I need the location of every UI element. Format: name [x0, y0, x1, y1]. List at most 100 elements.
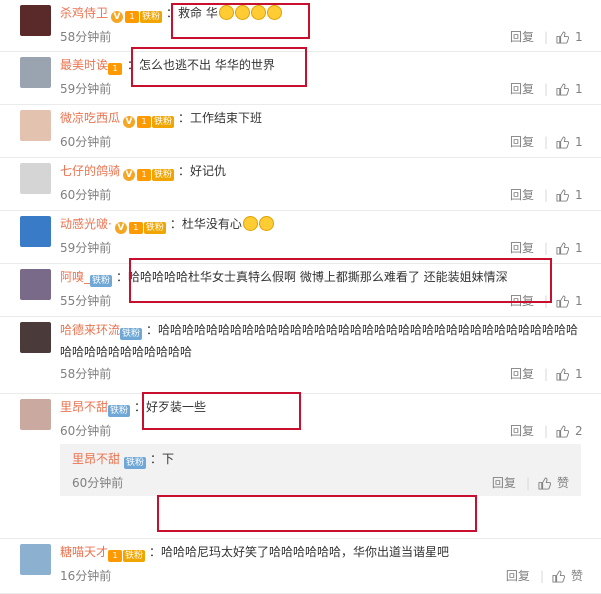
username-link[interactable]: 七仔的鸽骑	[60, 164, 120, 178]
comment-meta: 16分钟前 回复 | 赞	[60, 567, 601, 585]
username-link[interactable]: 动感光啵·	[60, 217, 112, 231]
verified-v-icon: V	[123, 116, 136, 128]
level-badge: 1	[137, 169, 152, 181]
like-count[interactable]: 1	[575, 239, 583, 257]
username-link[interactable]: 微凉吃西瓜	[60, 111, 120, 125]
divider: |	[543, 188, 548, 202]
timestamp: 60分钟前	[60, 135, 112, 149]
colon-separator: ：	[146, 323, 159, 337]
fan-badge[interactable]: 铁粉	[152, 116, 175, 128]
divider: |	[543, 30, 548, 44]
thumbs-up-icon[interactable]	[538, 476, 551, 490]
colon-separator: ：	[178, 111, 191, 125]
comment-text: 好歹装一些	[146, 400, 207, 414]
divider: |	[543, 424, 548, 438]
colon-separator: ：	[178, 164, 191, 178]
like-count[interactable]: 2	[575, 422, 583, 440]
sub-reply-body: 里昂不甜 铁粉 ：下	[72, 446, 569, 471]
comment-meta: 60分钟前 回复 | 赞	[72, 474, 569, 492]
avatar[interactable]	[20, 399, 51, 430]
like-count[interactable]: 1	[575, 28, 583, 46]
fan-badge[interactable]: 铁粉	[140, 11, 163, 23]
username-link[interactable]: 糖喵天才	[60, 545, 108, 559]
reply-button[interactable]: 回复	[510, 186, 534, 204]
comment-text: 好记仇	[190, 164, 227, 178]
avatar[interactable]	[20, 57, 51, 88]
comment-meta: 59分钟前 回复 | 1	[60, 80, 601, 98]
comment-body: 哈德来环流 铁粉 ：哈哈哈哈哈哈哈哈哈哈哈哈哈哈哈哈哈哈哈哈哈哈哈哈哈哈哈哈哈哈哈哈…	[60, 317, 601, 362]
comment-item: 哈德来环流 铁粉 ：哈哈哈哈哈哈哈哈哈哈哈哈哈哈哈哈哈哈哈哈哈哈哈哈哈哈哈哈哈哈哈哈…	[0, 317, 601, 394]
reply-button[interactable]: 回复	[510, 365, 534, 383]
like-count[interactable]: 1	[575, 365, 583, 383]
like-count[interactable]: 1	[575, 133, 583, 151]
thumbs-up-icon[interactable]	[556, 82, 569, 96]
divider: |	[543, 135, 548, 149]
reply-button[interactable]: 回复	[510, 292, 534, 310]
comment-body: 糖喵天才 1 铁粉 ：哈哈哈尼玛太好笑了哈哈哈哈哈哈，华你出道当谐星吧	[60, 539, 601, 564]
username-link[interactable]: 里昂不甜	[60, 400, 108, 414]
reply-button[interactable]: 回复	[510, 80, 534, 98]
sub-reply: 里昂不甜 铁粉 ：下 60分钟前 回复 | 赞	[60, 444, 581, 496]
like-count[interactable]: 赞	[571, 567, 583, 585]
fan-badge[interactable]: 铁粉	[90, 275, 113, 287]
username-link[interactable]: 杀鸡侍卫	[60, 6, 108, 20]
avatar[interactable]	[20, 216, 51, 247]
fan-badge[interactable]: 铁粉	[123, 550, 146, 562]
fan-badge[interactable]: 铁粉	[120, 328, 143, 340]
like-label[interactable]: 赞	[557, 474, 569, 492]
reply-button[interactable]: 回复	[510, 28, 534, 46]
comment-body: 七仔的鸽骑 V 1 铁粉 ：好记仇	[60, 158, 601, 183]
thumbs-up-icon[interactable]	[556, 367, 569, 381]
avatar[interactable]	[20, 544, 51, 575]
comment-actions: 回复 | 赞	[492, 474, 569, 492]
thumbs-up-icon[interactable]	[552, 569, 565, 583]
username-link[interactable]: 哈德来环流	[60, 323, 120, 337]
thumbs-up-icon[interactable]	[556, 135, 569, 149]
verified-v-icon: V	[111, 11, 124, 23]
fan-badge[interactable]: 铁粉	[108, 405, 131, 417]
comment-text: 杜华没有心	[181, 217, 242, 231]
username-link[interactable]: 里昂不甜	[72, 452, 120, 466]
thumbs-up-icon[interactable]	[556, 241, 569, 255]
comment-meta: 55分钟前 回复 | 1	[60, 292, 601, 310]
thumbs-up-icon[interactable]	[556, 294, 569, 308]
level-badge: 1	[125, 11, 140, 23]
like-count[interactable]: 1	[575, 292, 583, 310]
reply-button[interactable]: 回复	[510, 239, 534, 257]
fan-badge[interactable]: 铁粉	[124, 457, 147, 469]
reply-button[interactable]: 回复	[492, 474, 516, 492]
thumbs-up-icon[interactable]	[556, 424, 569, 438]
username-link[interactable]: 最美时诶	[60, 58, 108, 72]
emoji-icon	[266, 5, 282, 20]
reply-button[interactable]: 回复	[506, 567, 530, 585]
user-badges: 铁粉	[108, 399, 131, 419]
comment-text: 哈哈哈哈哈杜华女士真特么假啊 微博上都撕那么难看了 还能装姐妹情深	[128, 270, 508, 284]
avatar[interactable]	[20, 5, 51, 36]
fan-badge[interactable]: 铁粉	[143, 222, 166, 234]
divider: |	[543, 294, 548, 308]
reply-button[interactable]: 回复	[510, 133, 534, 151]
fan-badge[interactable]: 铁粉	[152, 169, 175, 181]
user-badges: V 1 铁粉	[108, 5, 163, 25]
thumbs-up-icon[interactable]	[556, 30, 569, 44]
comment-text: 救命 华	[178, 6, 218, 20]
like-count[interactable]: 1	[575, 80, 583, 98]
avatar[interactable]	[20, 110, 51, 141]
comment-actions: 回复 | 1	[510, 28, 583, 46]
thumbs-up-icon[interactable]	[556, 188, 569, 202]
colon-separator: ：	[150, 452, 163, 466]
reply-button[interactable]: 回复	[510, 422, 534, 440]
user-badges: 1 铁粉	[108, 544, 146, 564]
like-count[interactable]: 1	[575, 186, 583, 204]
comment-item: 阿嗅_ 铁粉 ：哈哈哈哈哈杜华女士真特么假啊 微博上都撕那么难看了 还能装姐妹情深 5…	[0, 264, 601, 317]
level-badge: 1	[128, 222, 143, 234]
avatar[interactable]	[20, 269, 51, 300]
avatar[interactable]	[20, 163, 51, 194]
avatar[interactable]	[20, 322, 51, 353]
username-link[interactable]: 阿嗅_	[60, 270, 90, 284]
divider: |	[539, 569, 544, 583]
comment-meta: 58分钟前 回复 | 1	[60, 365, 601, 383]
timestamp: 60分钟前	[60, 188, 112, 202]
emoji-icon	[234, 5, 250, 20]
comment-meta: 60分钟前 回复 | 2	[60, 422, 601, 440]
